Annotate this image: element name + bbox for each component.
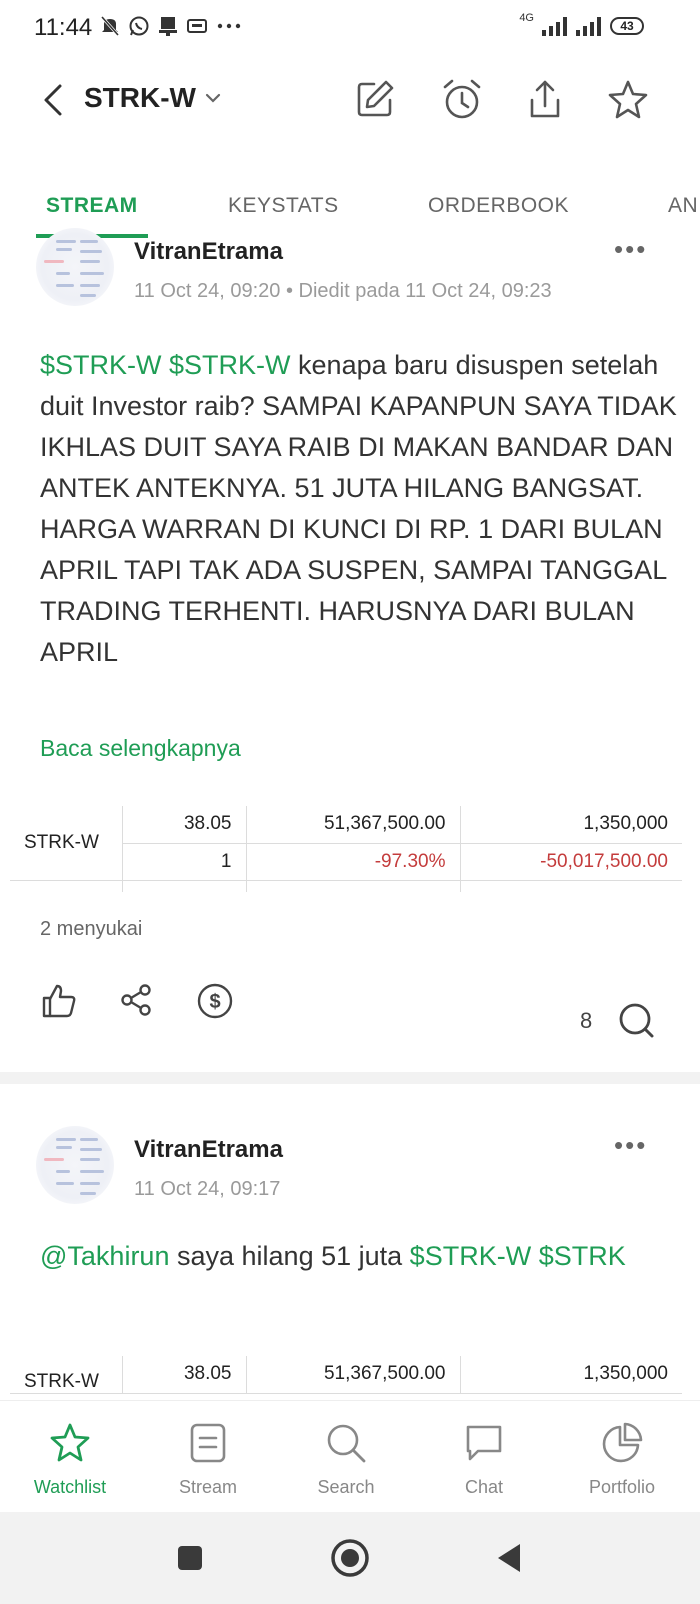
battery-level: 43 [620, 19, 634, 33]
post-divider [0, 1072, 700, 1084]
signal-icon-2 [576, 17, 601, 36]
notification-icon [159, 17, 177, 36]
nav-label: Search [317, 1477, 375, 1497]
post-meta: 11 Oct 24, 09:20 • Diedit pada 11 Oct 24… [134, 280, 552, 303]
post-text: saya hilang 51 juta [176, 1241, 403, 1271]
more-dots-icon [217, 23, 241, 29]
tab-analysis[interactable]: AN [668, 194, 698, 218]
card-icon [187, 19, 207, 33]
system-navigation-bar [0, 1512, 700, 1604]
post-username[interactable]: VitranEtrama [134, 238, 283, 266]
post-time: 11 Oct 24, 09:17 [134, 1178, 281, 1200]
network-type: 4G [519, 12, 534, 24]
post-edited: • Diedit pada 11 Oct 24, 09:23 [285, 280, 552, 302]
likes-count[interactable]: 2 menyukai [40, 918, 142, 941]
share-icon[interactable] [118, 982, 154, 1018]
tab-orderbook[interactable]: ORDERBOOK [428, 194, 569, 218]
nav-portfolio[interactable]: Portfolio [552, 1401, 692, 1511]
post-more-menu[interactable]: ••• [614, 234, 647, 265]
nav-label: Portfolio [588, 1477, 656, 1497]
star-icon [50, 1423, 90, 1462]
star-favorite-icon[interactable] [606, 78, 650, 122]
back-arrow-icon[interactable] [40, 82, 68, 118]
table-cell: 1,350,000 [460, 1356, 682, 1394]
nav-chat[interactable]: Chat [414, 1401, 554, 1511]
chevron-down-icon [205, 93, 221, 103]
nav-watchlist[interactable]: Watchlist [0, 1401, 140, 1511]
table-cell: -97.30% [246, 843, 461, 881]
share-upload-icon[interactable] [524, 78, 566, 122]
nav-label: Chat [464, 1477, 504, 1497]
stock-title-dropdown[interactable]: STRK-W [84, 82, 222, 114]
page-title: STRK-W [84, 82, 196, 113]
table-row: STRK-W 38.05 51,367,500.00 1,350,000 [10, 1356, 682, 1394]
table-cell: -50,017,500.00 [460, 843, 682, 881]
whatsapp-icon [129, 16, 149, 36]
table-label: STRK-W [10, 1356, 123, 1394]
table-cell: 51,367,500.00 [246, 1356, 461, 1394]
table-row: STRK-W 38.05 51,367,500.00 1,350,000 [10, 806, 682, 881]
avatar[interactable] [36, 228, 114, 306]
home-icon[interactable] [330, 1538, 370, 1578]
post-time: 11 Oct 24, 09:20 [134, 280, 281, 302]
chat-icon [466, 1425, 502, 1461]
status-time: 11:44 [34, 14, 93, 41]
app-header: STRK-W [0, 68, 700, 138]
stock-tag-link[interactable]: $STRK [539, 1241, 626, 1271]
stock-tag-link[interactable]: $STRK-W [169, 350, 291, 380]
nav-stream[interactable]: Stream [138, 1401, 278, 1511]
battery-icon: 43 [610, 17, 644, 35]
nav-label: Stream [178, 1477, 238, 1497]
pie-chart-icon [602, 1422, 643, 1463]
bottom-navigation: Watchlist Stream Search Chat Portfolio [0, 1400, 700, 1510]
nav-label: Watchlist [33, 1477, 107, 1497]
post-image-table[interactable]: STRK-W 38.05 51,367,500.00 1,350,000 [10, 1350, 682, 1400]
table-cell: 38.05 [122, 806, 247, 844]
table-cell: 38.05 [122, 1356, 247, 1394]
status-system-icons: 4G 43 [519, 12, 644, 40]
nav-search[interactable]: Search [276, 1401, 416, 1511]
stock-tag-link[interactable]: $STRK-W [410, 1241, 532, 1271]
signal-icon [542, 17, 567, 36]
tab-stream[interactable]: STREAM [46, 194, 138, 218]
status-bar: 11:44 4G 43 [0, 0, 700, 52]
post-body: @Takhirun saya hilang 51 juta $STRK-W $S… [40, 1236, 680, 1277]
table-row [10, 880, 682, 892]
comment-icon[interactable] [616, 1000, 656, 1040]
comment-count: 8 [580, 1008, 593, 1033]
search-icon [327, 1424, 366, 1463]
tip-dollar-icon[interactable]: $ [196, 982, 234, 1020]
mention-link[interactable]: @Takhirun [40, 1241, 169, 1271]
post-text: kenapa baru disuspen setelah duit Invest… [40, 350, 677, 667]
tab-bar: STREAM KEYSTATS ORDERBOOK AN [0, 190, 700, 240]
table-cell: 1,350,000 [460, 806, 682, 844]
stock-tag-link[interactable]: $STRK-W [40, 350, 162, 380]
table-label: STRK-W [10, 806, 123, 881]
avatar[interactable] [36, 1126, 114, 1204]
post-more-menu[interactable]: ••• [614, 1130, 647, 1161]
stream-icon [190, 1423, 226, 1463]
back-nav-icon[interactable] [494, 1542, 524, 1574]
like-icon[interactable] [40, 982, 78, 1020]
tab-keystats[interactable]: KEYSTATS [228, 194, 339, 218]
table-cell: 51,367,500.00 [246, 806, 461, 844]
post-image-table[interactable]: STRK-W 38.05 51,367,500.00 1,350,000 1 -… [10, 800, 682, 892]
read-more-link[interactable]: Baca selengkapnya [40, 735, 241, 762]
post-username[interactable]: VitranEtrama [134, 1136, 283, 1164]
post-body: $STRK-W $STRK-W kenapa baru disuspen set… [40, 345, 680, 673]
recent-apps-icon[interactable] [176, 1544, 204, 1572]
svg-text:$: $ [209, 991, 220, 1013]
edit-icon[interactable] [354, 78, 396, 120]
mute-icon [100, 16, 120, 36]
table-cell: 1 [122, 843, 247, 881]
alarm-icon[interactable] [440, 78, 484, 122]
status-notification-icons [100, 12, 242, 40]
